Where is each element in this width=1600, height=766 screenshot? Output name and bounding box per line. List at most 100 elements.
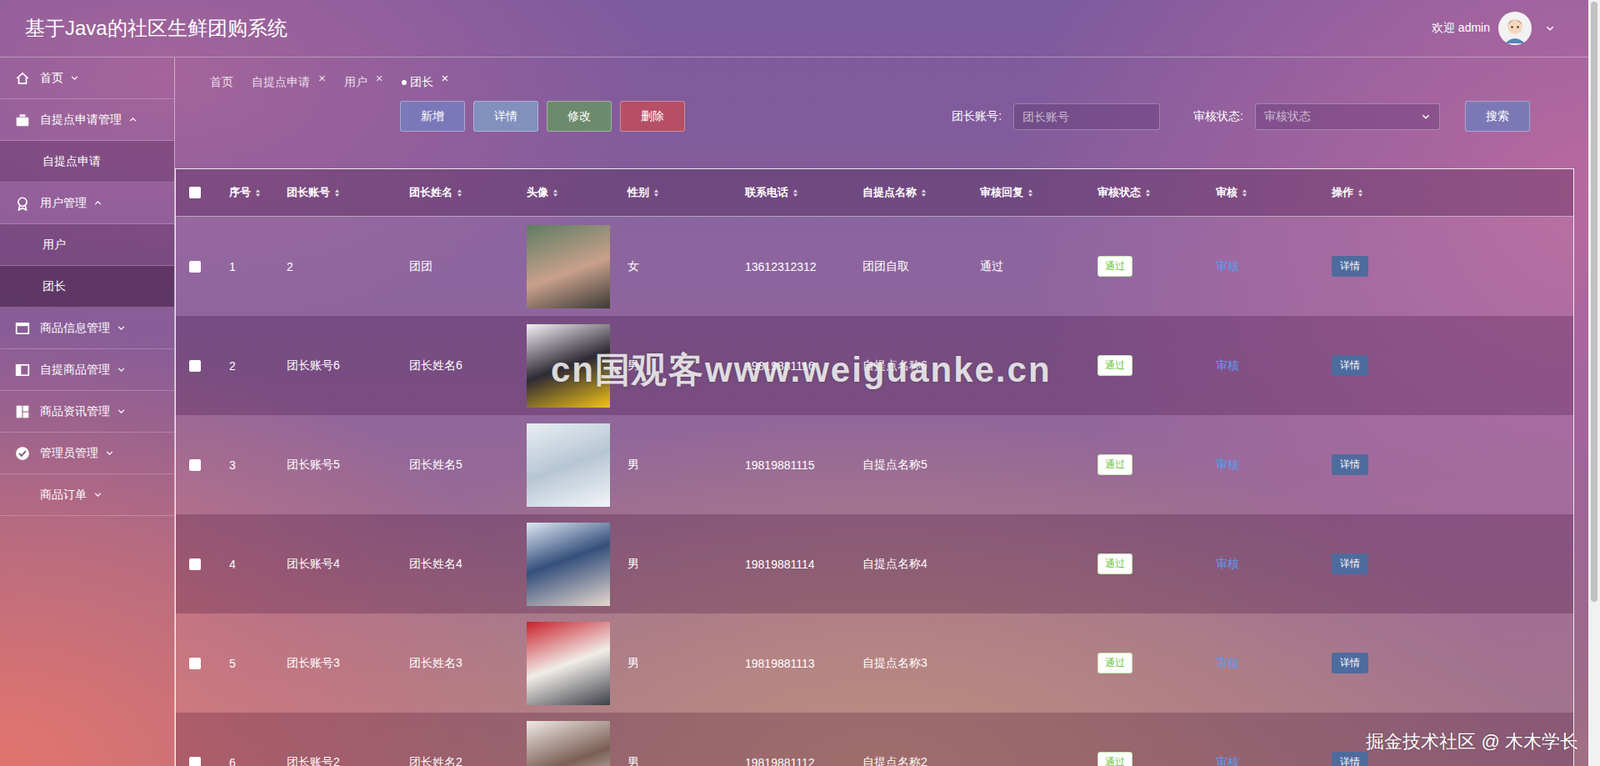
table-row[interactable]: 6 团长账号2 团长姓名2 男 19819881112 自提点名称2 通过 审核… xyxy=(175,712,1574,766)
reply-cell xyxy=(980,315,1098,415)
sort-icon[interactable] xyxy=(1027,188,1034,198)
detail-button[interactable]: 详情 xyxy=(1331,652,1369,674)
column-header[interactable]: 序号 xyxy=(229,169,287,216)
sort-icon[interactable] xyxy=(334,188,340,198)
table-row[interactable]: 3 团长账号5 团长姓名5 男 19819881115 自提点名称5 通过 审核… xyxy=(175,415,1574,515)
detail-button[interactable]: 详情 xyxy=(1331,255,1369,277)
sidebar-item[interactable]: 用户 xyxy=(0,224,175,266)
check-circle-icon xyxy=(15,445,30,461)
row-checkbox[interactable] xyxy=(189,756,201,766)
sidebar-item[interactable]: 自提点申请 xyxy=(0,140,175,183)
search-button[interactable]: 搜索 xyxy=(1465,100,1530,132)
detail-button[interactable]: 详情 xyxy=(1331,454,1369,475)
sort-icon[interactable] xyxy=(920,188,927,198)
reply-cell xyxy=(980,415,1098,515)
scrollbar[interactable] xyxy=(1588,0,1600,766)
row-checkbox[interactable] xyxy=(189,657,201,670)
tab[interactable]: 自提点申请 × xyxy=(251,72,326,93)
column-header[interactable]: 团长姓名 xyxy=(409,169,527,216)
search-input[interactable] xyxy=(1013,103,1160,130)
avatar-photo xyxy=(526,522,610,606)
account-cell: 2 xyxy=(286,216,410,316)
column-header[interactable]: 审核回复 xyxy=(980,169,1098,216)
sidebar-item[interactable]: 用户管理 xyxy=(0,182,175,225)
account-cell: 团长账号3 xyxy=(286,613,410,713)
column-header[interactable]: 审核状态 xyxy=(1097,169,1216,216)
table-row[interactable]: 4 团长账号4 团长姓名4 男 19819881114 自提点名称4 通过 审核… xyxy=(175,514,1574,614)
row-checkbox[interactable] xyxy=(189,360,201,372)
column-header[interactable]: 自提点名称 xyxy=(862,169,980,216)
search-label: 团长账号: xyxy=(951,109,1002,125)
sidebar-item[interactable]: 团长 xyxy=(0,265,175,308)
table-row[interactable]: 2 团长账号6 团长姓名6 男 19819881116 自提点名称6 通过 审核… xyxy=(175,315,1574,415)
tab-close-button[interactable]: × xyxy=(441,71,450,85)
action-button[interactable]: 新增 xyxy=(400,100,465,132)
status-select[interactable]: 审核状态 xyxy=(1255,103,1440,130)
action-button[interactable]: 修改 xyxy=(546,100,612,132)
tab-close-button[interactable]: × xyxy=(318,71,326,85)
action-button[interactable]: 详情 xyxy=(473,100,539,132)
tab[interactable]: 用户 × xyxy=(344,72,384,93)
sidebar-item[interactable]: 自提商品管理 xyxy=(0,349,175,391)
app-window: 基于Java的社区生鲜团购系统 欢迎 admin 首页 自提点申请管理 自提点申… xyxy=(0,0,1600,766)
sidebar-item[interactable]: 管理员管理 xyxy=(0,432,175,475)
sort-icon[interactable] xyxy=(456,188,463,198)
review-link[interactable]: 审核 xyxy=(1215,755,1240,766)
sidebar-item[interactable]: 首页 xyxy=(0,57,175,100)
index-cell: 2 xyxy=(229,315,287,415)
review-link[interactable]: 审核 xyxy=(1215,655,1240,671)
scrollbar-thumb[interactable] xyxy=(1590,1,1598,602)
column-header[interactable]: 操作 xyxy=(1331,169,1574,216)
sidebar-item[interactable]: 商品信息管理 xyxy=(0,307,175,350)
column-header[interactable]: 团长账号 xyxy=(286,169,410,216)
review-link[interactable]: 审核 xyxy=(1215,358,1240,374)
user-menu[interactable]: 欢迎 admin xyxy=(1431,11,1555,45)
sort-icon[interactable] xyxy=(1357,188,1364,198)
column-label: 审核 xyxy=(1215,185,1238,200)
column-header[interactable]: 性别 xyxy=(627,169,745,216)
tab[interactable]: 团长 × xyxy=(401,72,450,93)
status-badge: 通过 xyxy=(1097,751,1133,766)
tab-close-button[interactable]: × xyxy=(375,71,384,85)
phone-cell: 19819881112 xyxy=(745,712,863,766)
column-header[interactable]: 联系电话 xyxy=(745,169,863,216)
home-icon xyxy=(15,70,30,86)
reply-cell xyxy=(980,712,1098,766)
detail-button[interactable]: 详情 xyxy=(1331,751,1369,766)
table-row[interactable]: 5 团长账号3 团长姓名3 男 19819881113 自提点名称3 通过 审核… xyxy=(175,613,1574,713)
chevron-down-icon[interactable] xyxy=(1545,23,1555,34)
detail-button[interactable]: 详情 xyxy=(1331,355,1369,376)
menu-icon xyxy=(15,320,30,336)
name-cell: 团长姓名6 xyxy=(409,315,527,415)
chevron-up-icon xyxy=(93,198,103,208)
row-checkbox[interactable] xyxy=(189,459,201,471)
sidebar-item[interactable]: 自提点申请管理 xyxy=(0,99,175,141)
row-checkbox[interactable] xyxy=(189,260,201,273)
detail-button[interactable]: 详情 xyxy=(1331,553,1369,575)
sort-icon[interactable] xyxy=(255,188,261,198)
column-header[interactable]: 头像 xyxy=(526,169,628,216)
app-title: 基于Java的社区生鲜团购系统 xyxy=(25,15,288,42)
sort-icon[interactable] xyxy=(552,188,559,198)
chevron-down-icon xyxy=(116,406,126,416)
review-link[interactable]: 审核 xyxy=(1215,457,1240,473)
sidebar-item[interactable]: 商品资讯管理 xyxy=(0,390,175,433)
tab[interactable]: 首页 xyxy=(210,72,234,93)
sort-icon[interactable] xyxy=(792,188,799,198)
sidebar-label: 自提点申请 xyxy=(42,154,101,170)
station-cell: 自提点名称6 xyxy=(862,315,980,415)
column-header[interactable]: 审核 xyxy=(1215,169,1332,216)
top-bar: 基于Java的社区生鲜团购系统 欢迎 admin xyxy=(0,0,1589,58)
sort-icon[interactable] xyxy=(653,188,660,198)
review-link[interactable]: 审核 xyxy=(1215,556,1240,572)
review-link[interactable]: 审核 xyxy=(1215,259,1240,275)
user-avatar-icon[interactable] xyxy=(1498,11,1532,45)
table-row[interactable]: 1 2 团团 女 13612312312 团团自取 通过 通过 审核 详情 xyxy=(175,216,1574,316)
sidebar-item[interactable]: 商品订单 xyxy=(0,474,175,516)
action-button[interactable]: 删除 xyxy=(620,100,685,132)
select-all-checkbox[interactable] xyxy=(189,186,201,199)
row-checkbox[interactable] xyxy=(189,558,201,570)
sort-icon[interactable] xyxy=(1241,188,1248,198)
column-label: 自提点名称 xyxy=(862,185,917,200)
sort-icon[interactable] xyxy=(1145,188,1151,198)
